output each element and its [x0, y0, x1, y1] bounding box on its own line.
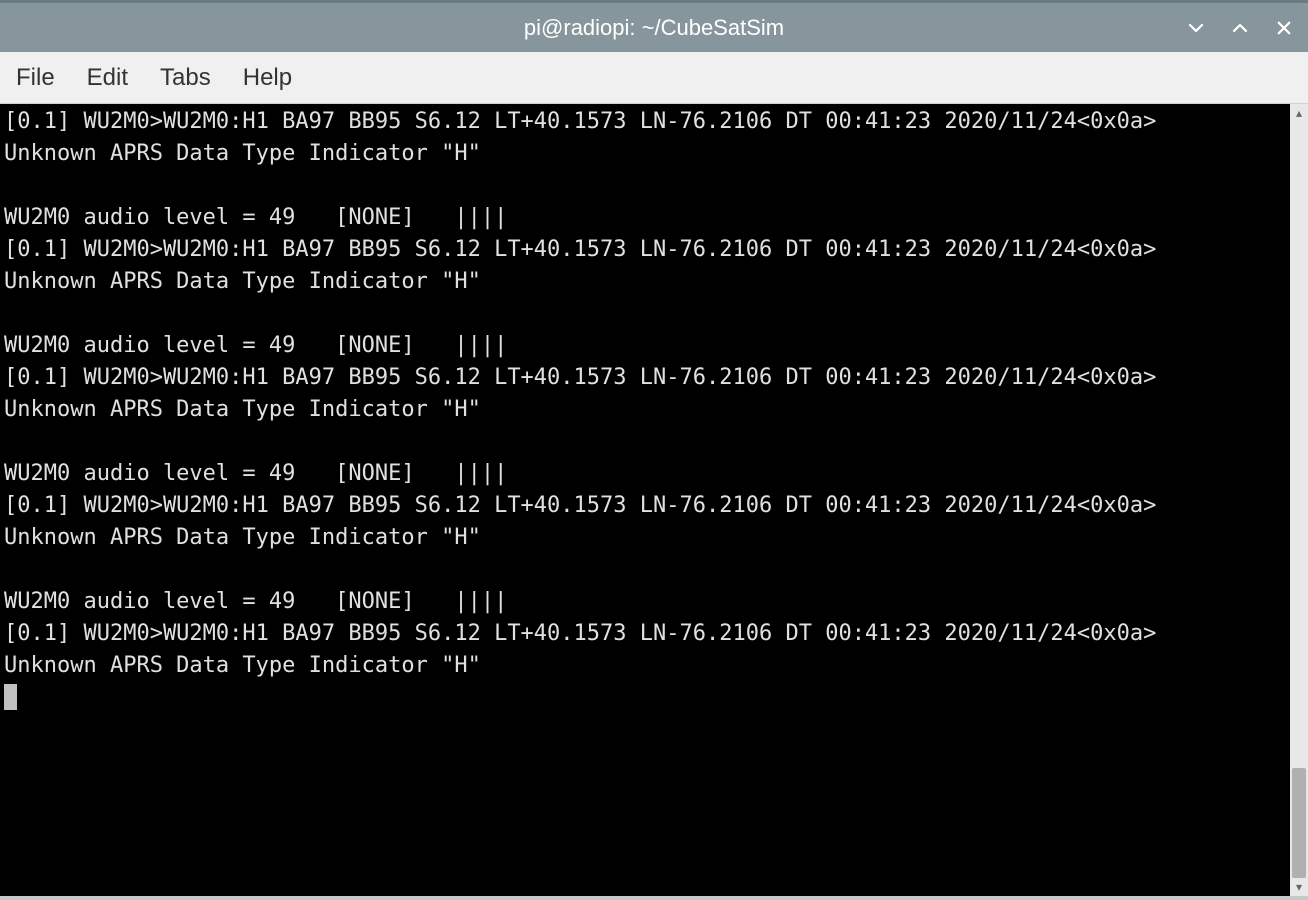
- menu-bar: File Edit Tabs Help: [0, 52, 1308, 104]
- terminal-line: [4, 298, 1286, 330]
- terminal-line: [0.1] WU2M0>WU2M0:H1 BA97 BB95 S6.12 LT+…: [4, 234, 1286, 266]
- scroll-thumb[interactable]: [1292, 768, 1306, 878]
- terminal-scrollbar[interactable]: ▴ ▾: [1290, 104, 1308, 896]
- terminal-line: [0.1] WU2M0>WU2M0:H1 BA97 BB95 S6.12 LT+…: [4, 362, 1286, 394]
- terminal-line: Unknown APRS Data Type Indicator "H": [4, 394, 1286, 426]
- chevron-down-icon: [1187, 19, 1205, 37]
- terminal-output[interactable]: [0.1] WU2M0>WU2M0:H1 BA97 BB95 S6.12 LT+…: [0, 104, 1290, 896]
- terminal-line: Unknown APRS Data Type Indicator "H": [4, 650, 1286, 682]
- scroll-track[interactable]: [1290, 122, 1308, 878]
- terminal-cursor: [4, 684, 17, 710]
- window-titlebar: pi@radiopi: ~/CubeSatSim: [0, 0, 1308, 52]
- terminal-line: Unknown APRS Data Type Indicator "H": [4, 266, 1286, 298]
- menu-file[interactable]: File: [12, 60, 59, 96]
- terminal-line: Unknown APRS Data Type Indicator "H": [4, 138, 1286, 170]
- terminal-line: [4, 554, 1286, 586]
- terminal-line: [0.1] WU2M0>WU2M0:H1 BA97 BB95 S6.12 LT+…: [4, 106, 1286, 138]
- window-bottom-edge: [0, 896, 1308, 900]
- menu-help[interactable]: Help: [239, 60, 296, 96]
- chevron-up-icon: [1231, 19, 1249, 37]
- minimize-button[interactable]: [1184, 16, 1208, 40]
- terminal-line: WU2M0 audio level = 49 [NONE] ||||: [4, 458, 1286, 490]
- terminal-line: [0.1] WU2M0>WU2M0:H1 BA97 BB95 S6.12 LT+…: [4, 490, 1286, 522]
- close-button[interactable]: [1272, 16, 1296, 40]
- close-icon: [1275, 19, 1293, 37]
- maximize-button[interactable]: [1228, 16, 1252, 40]
- terminal-container: [0.1] WU2M0>WU2M0:H1 BA97 BB95 S6.12 LT+…: [0, 104, 1308, 896]
- window-controls: [1184, 16, 1296, 40]
- terminal-line: WU2M0 audio level = 49 [NONE] ||||: [4, 330, 1286, 362]
- menu-tabs[interactable]: Tabs: [156, 60, 215, 96]
- scroll-up-arrow[interactable]: ▴: [1290, 104, 1308, 122]
- terminal-line: [4, 426, 1286, 458]
- terminal-line: WU2M0 audio level = 49 [NONE] ||||: [4, 202, 1286, 234]
- terminal-line: WU2M0 audio level = 49 [NONE] ||||: [4, 586, 1286, 618]
- terminal-line: Unknown APRS Data Type Indicator "H": [4, 522, 1286, 554]
- scroll-down-arrow[interactable]: ▾: [1290, 878, 1308, 896]
- window-title: pi@radiopi: ~/CubeSatSim: [524, 15, 784, 41]
- menu-edit[interactable]: Edit: [83, 60, 132, 96]
- terminal-line: [4, 170, 1286, 202]
- terminal-line: [0.1] WU2M0>WU2M0:H1 BA97 BB95 S6.12 LT+…: [4, 618, 1286, 650]
